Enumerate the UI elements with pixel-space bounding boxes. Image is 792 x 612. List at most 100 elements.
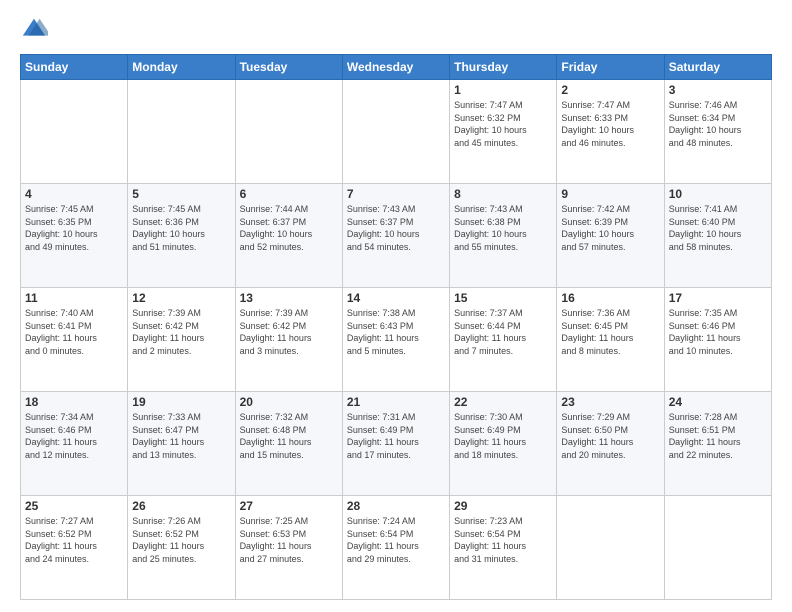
day-info: Sunrise: 7:42 AM Sunset: 6:39 PM Dayligh… xyxy=(561,203,659,253)
day-cell xyxy=(235,80,342,184)
day-cell: 15Sunrise: 7:37 AM Sunset: 6:44 PM Dayli… xyxy=(450,288,557,392)
day-cell: 24 Sunrise: 7:28 AM Sunset: 6:51 PM Dayli… xyxy=(664,392,771,496)
day-info: Sunrise: 7:43 AM Sunset: 6:38 PM Dayligh… xyxy=(454,203,552,253)
day-cell: 10 Sunrise: 7:41 AM Sunset: 6:40 PM Dayli… xyxy=(664,184,771,288)
day-cell: 23 Sunrise: 7:29 AM Sunset: 6:50 PM Dayli… xyxy=(557,392,664,496)
weekday-header-wednesday: Wednesday xyxy=(342,55,449,80)
day-info: Sunrise: 7:35 AM Sunset: 6:46 PM Dayligh… xyxy=(669,307,767,357)
day-cell: 3 Sunrise: 7:46 AM Sunset: 6:34 PM Daylig… xyxy=(664,80,771,184)
day-number: 3 xyxy=(669,83,767,97)
day-number: 12 xyxy=(132,291,230,305)
day-number: 17 xyxy=(669,291,767,305)
day-cell xyxy=(342,80,449,184)
day-cell xyxy=(557,496,664,600)
day-info: Sunrise: 7:36 AM Sunset: 6:45 PM Dayligh… xyxy=(561,307,659,357)
day-cell: 13 Sunrise: 7:39 AM Sunset: 6:42 PM Dayli… xyxy=(235,288,342,392)
weekday-header-sunday: Sunday xyxy=(21,55,128,80)
day-info: Sunrise: 7:24 AM Sunset: 6:54 PM Dayligh… xyxy=(347,515,445,565)
day-number: 10 xyxy=(669,187,767,201)
day-info: Sunrise: 7:23 AM Sunset: 6:54 PM Dayligh… xyxy=(454,515,552,565)
day-cell: 9Sunrise: 7:42 AM Sunset: 6:39 PM Daylig… xyxy=(557,184,664,288)
day-info: Sunrise: 7:29 AM Sunset: 6:50 PM Dayligh… xyxy=(561,411,659,461)
day-number: 23 xyxy=(561,395,659,409)
day-info: Sunrise: 7:26 AM Sunset: 6:52 PM Dayligh… xyxy=(132,515,230,565)
weekday-header-monday: Monday xyxy=(128,55,235,80)
day-info: Sunrise: 7:47 AM Sunset: 6:33 PM Dayligh… xyxy=(561,99,659,149)
day-info: Sunrise: 7:39 AM Sunset: 6:42 PM Dayligh… xyxy=(240,307,338,357)
day-info: Sunrise: 7:28 AM Sunset: 6:51 PM Dayligh… xyxy=(669,411,767,461)
day-info: Sunrise: 7:45 AM Sunset: 6:36 PM Dayligh… xyxy=(132,203,230,253)
week-row-4: 18Sunrise: 7:34 AM Sunset: 6:46 PM Dayli… xyxy=(21,392,772,496)
day-cell: 19 Sunrise: 7:33 AM Sunset: 6:47 PM Dayli… xyxy=(128,392,235,496)
calendar-body: 1 Sunrise: 7:47 AM Sunset: 6:32 PM Daylig… xyxy=(21,80,772,600)
day-info: Sunrise: 7:33 AM Sunset: 6:47 PM Dayligh… xyxy=(132,411,230,461)
day-number: 8 xyxy=(454,187,552,201)
day-cell: 25 Sunrise: 7:27 AM Sunset: 6:52 PM Dayli… xyxy=(21,496,128,600)
day-number: 6 xyxy=(240,187,338,201)
day-number: 25 xyxy=(25,499,123,513)
day-number: 16 xyxy=(561,291,659,305)
day-number: 5 xyxy=(132,187,230,201)
day-info: Sunrise: 7:30 AM Sunset: 6:49 PM Dayligh… xyxy=(454,411,552,461)
day-cell: 2 Sunrise: 7:47 AM Sunset: 6:33 PM Daylig… xyxy=(557,80,664,184)
day-cell: 22 Sunrise: 7:30 AM Sunset: 6:49 PM Dayli… xyxy=(450,392,557,496)
day-cell: 6 Sunrise: 7:44 AM Sunset: 6:37 PM Daylig… xyxy=(235,184,342,288)
day-cell: 21 Sunrise: 7:31 AM Sunset: 6:49 PM Dayli… xyxy=(342,392,449,496)
day-info: Sunrise: 7:25 AM Sunset: 6:53 PM Dayligh… xyxy=(240,515,338,565)
weekday-row: SundayMondayTuesdayWednesdayThursdayFrid… xyxy=(21,55,772,80)
day-number: 21 xyxy=(347,395,445,409)
week-row-5: 25 Sunrise: 7:27 AM Sunset: 6:52 PM Dayli… xyxy=(21,496,772,600)
day-cell: 17 Sunrise: 7:35 AM Sunset: 6:46 PM Dayli… xyxy=(664,288,771,392)
calendar-table: SundayMondayTuesdayWednesdayThursdayFrid… xyxy=(20,54,772,600)
day-info: Sunrise: 7:47 AM Sunset: 6:32 PM Dayligh… xyxy=(454,99,552,149)
header xyxy=(20,16,772,44)
day-number: 19 xyxy=(132,395,230,409)
day-number: 24 xyxy=(669,395,767,409)
day-number: 22 xyxy=(454,395,552,409)
weekday-header-friday: Friday xyxy=(557,55,664,80)
logo-icon xyxy=(20,16,48,44)
week-row-3: 11 Sunrise: 7:40 AM Sunset: 6:41 PM Dayli… xyxy=(21,288,772,392)
day-number: 27 xyxy=(240,499,338,513)
weekday-header-thursday: Thursday xyxy=(450,55,557,80)
day-number: 13 xyxy=(240,291,338,305)
day-cell: 28 Sunrise: 7:24 AM Sunset: 6:54 PM Dayli… xyxy=(342,496,449,600)
day-info: Sunrise: 7:39 AM Sunset: 6:42 PM Dayligh… xyxy=(132,307,230,357)
day-info: Sunrise: 7:31 AM Sunset: 6:49 PM Dayligh… xyxy=(347,411,445,461)
day-cell xyxy=(128,80,235,184)
day-info: Sunrise: 7:38 AM Sunset: 6:43 PM Dayligh… xyxy=(347,307,445,357)
day-number: 28 xyxy=(347,499,445,513)
day-number: 7 xyxy=(347,187,445,201)
calendar-header: SundayMondayTuesdayWednesdayThursdayFrid… xyxy=(21,55,772,80)
day-cell: 14 Sunrise: 7:38 AM Sunset: 6:43 PM Dayli… xyxy=(342,288,449,392)
day-info: Sunrise: 7:44 AM Sunset: 6:37 PM Dayligh… xyxy=(240,203,338,253)
week-row-2: 4 Sunrise: 7:45 AM Sunset: 6:35 PM Daylig… xyxy=(21,184,772,288)
day-cell: 11 Sunrise: 7:40 AM Sunset: 6:41 PM Dayli… xyxy=(21,288,128,392)
day-cell xyxy=(21,80,128,184)
day-cell: 27 Sunrise: 7:25 AM Sunset: 6:53 PM Dayli… xyxy=(235,496,342,600)
day-number: 11 xyxy=(25,291,123,305)
day-number: 1 xyxy=(454,83,552,97)
day-number: 26 xyxy=(132,499,230,513)
day-cell: 26 Sunrise: 7:26 AM Sunset: 6:52 PM Dayli… xyxy=(128,496,235,600)
day-number: 20 xyxy=(240,395,338,409)
weekday-header-saturday: Saturday xyxy=(664,55,771,80)
day-cell: 12 Sunrise: 7:39 AM Sunset: 6:42 PM Dayli… xyxy=(128,288,235,392)
day-cell: 18Sunrise: 7:34 AM Sunset: 6:46 PM Dayli… xyxy=(21,392,128,496)
day-info: Sunrise: 7:27 AM Sunset: 6:52 PM Dayligh… xyxy=(25,515,123,565)
day-cell: 1 Sunrise: 7:47 AM Sunset: 6:32 PM Daylig… xyxy=(450,80,557,184)
day-info: Sunrise: 7:32 AM Sunset: 6:48 PM Dayligh… xyxy=(240,411,338,461)
page: SundayMondayTuesdayWednesdayThursdayFrid… xyxy=(0,0,792,612)
day-cell xyxy=(664,496,771,600)
day-info: Sunrise: 7:45 AM Sunset: 6:35 PM Dayligh… xyxy=(25,203,123,253)
day-info: Sunrise: 7:46 AM Sunset: 6:34 PM Dayligh… xyxy=(669,99,767,149)
day-info: Sunrise: 7:40 AM Sunset: 6:41 PM Dayligh… xyxy=(25,307,123,357)
day-cell: 5 Sunrise: 7:45 AM Sunset: 6:36 PM Daylig… xyxy=(128,184,235,288)
day-info: Sunrise: 7:41 AM Sunset: 6:40 PM Dayligh… xyxy=(669,203,767,253)
day-cell: 7 Sunrise: 7:43 AM Sunset: 6:37 PM Daylig… xyxy=(342,184,449,288)
day-number: 14 xyxy=(347,291,445,305)
day-number: 4 xyxy=(25,187,123,201)
day-info: Sunrise: 7:43 AM Sunset: 6:37 PM Dayligh… xyxy=(347,203,445,253)
day-info: Sunrise: 7:34 AM Sunset: 6:46 PM Dayligh… xyxy=(25,411,123,461)
day-number: 2 xyxy=(561,83,659,97)
